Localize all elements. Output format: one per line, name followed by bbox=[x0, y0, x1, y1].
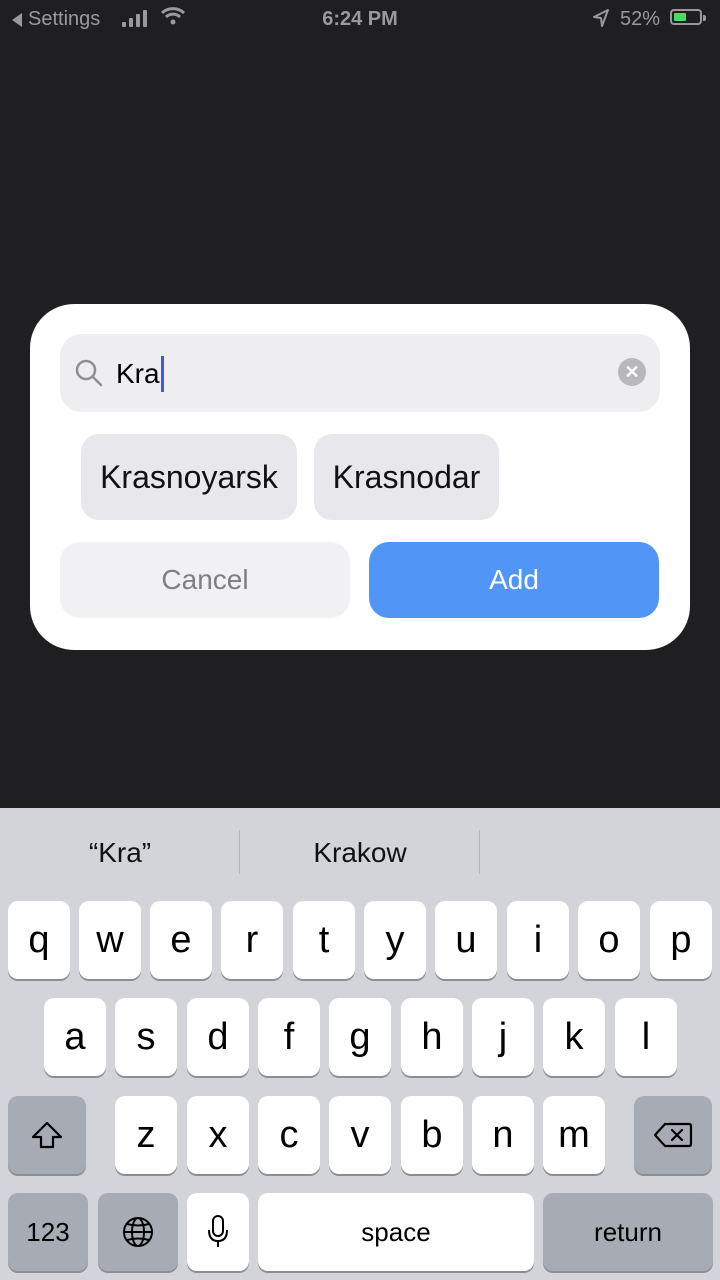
globe-key[interactable] bbox=[98, 1193, 178, 1271]
text-cursor bbox=[160, 356, 164, 392]
key-l[interactable]: l bbox=[615, 998, 677, 1076]
key-b[interactable]: b bbox=[401, 1096, 463, 1174]
shift-icon bbox=[31, 1121, 63, 1149]
search-value: Kra bbox=[116, 358, 160, 389]
search-icon bbox=[75, 359, 103, 387]
key-x[interactable]: x bbox=[187, 1096, 249, 1174]
key-i[interactable]: i bbox=[507, 901, 569, 979]
clock: 6:24 PM bbox=[322, 8, 398, 30]
prediction-empty[interactable] bbox=[480, 808, 720, 898]
key-a[interactable]: a bbox=[44, 998, 106, 1076]
add-city-dialog: Kra ✕ Krasnoyarsk Krasnodar Cancel Add bbox=[30, 304, 690, 650]
key-p[interactable]: p bbox=[650, 901, 712, 979]
search-input[interactable]: Kra bbox=[116, 356, 164, 392]
key-m[interactable]: m bbox=[543, 1096, 605, 1174]
keyboard: “Kra” Krakow q w e r t y u i o p a s d f… bbox=[0, 808, 720, 1280]
key-c[interactable]: c bbox=[258, 1096, 320, 1174]
battery-percent: 52% bbox=[620, 8, 661, 30]
return-key[interactable]: return bbox=[543, 1193, 713, 1271]
search-field[interactable]: Kra ✕ bbox=[60, 334, 660, 412]
key-z[interactable]: z bbox=[115, 1096, 177, 1174]
suggestion-krasnoyarsk[interactable]: Krasnoyarsk bbox=[81, 434, 297, 520]
key-n[interactable]: n bbox=[472, 1096, 534, 1174]
battery-icon bbox=[670, 9, 706, 25]
key-s[interactable]: s bbox=[115, 998, 177, 1076]
backspace-key[interactable] bbox=[634, 1096, 712, 1174]
key-j[interactable]: j bbox=[472, 998, 534, 1076]
key-v[interactable]: v bbox=[329, 1096, 391, 1174]
key-e[interactable]: e bbox=[150, 901, 212, 979]
prediction-quoted[interactable]: “Kra” bbox=[0, 808, 240, 898]
key-w[interactable]: w bbox=[79, 901, 141, 979]
microphone-icon bbox=[208, 1215, 228, 1247]
key-k[interactable]: k bbox=[543, 998, 605, 1076]
dictation-key[interactable] bbox=[187, 1193, 249, 1271]
predictive-bar: “Kra” Krakow bbox=[0, 808, 720, 898]
cancel-button[interactable]: Cancel bbox=[60, 542, 350, 618]
key-f[interactable]: f bbox=[258, 998, 320, 1076]
key-u[interactable]: u bbox=[435, 901, 497, 979]
key-h[interactable]: h bbox=[401, 998, 463, 1076]
key-y[interactable]: y bbox=[364, 901, 426, 979]
key-t[interactable]: t bbox=[293, 901, 355, 979]
backspace-icon bbox=[653, 1122, 693, 1148]
key-o[interactable]: o bbox=[578, 901, 640, 979]
key-r[interactable]: r bbox=[221, 901, 283, 979]
add-button[interactable]: Add bbox=[369, 542, 659, 618]
shift-key[interactable] bbox=[8, 1096, 86, 1174]
numbers-key[interactable]: 123 bbox=[8, 1193, 88, 1271]
key-g[interactable]: g bbox=[329, 998, 391, 1076]
key-q[interactable]: q bbox=[8, 901, 70, 979]
clear-search-icon[interactable]: ✕ bbox=[618, 358, 646, 386]
globe-icon bbox=[123, 1217, 153, 1247]
suggestion-krasnodar[interactable]: Krasnodar bbox=[314, 434, 499, 520]
key-d[interactable]: d bbox=[187, 998, 249, 1076]
prediction-krakow[interactable]: Krakow bbox=[240, 808, 480, 898]
status-bar: Settings 6:24 PM 52% bbox=[0, 0, 720, 38]
space-key[interactable]: space bbox=[258, 1193, 534, 1271]
location-arrow-icon bbox=[593, 9, 609, 27]
